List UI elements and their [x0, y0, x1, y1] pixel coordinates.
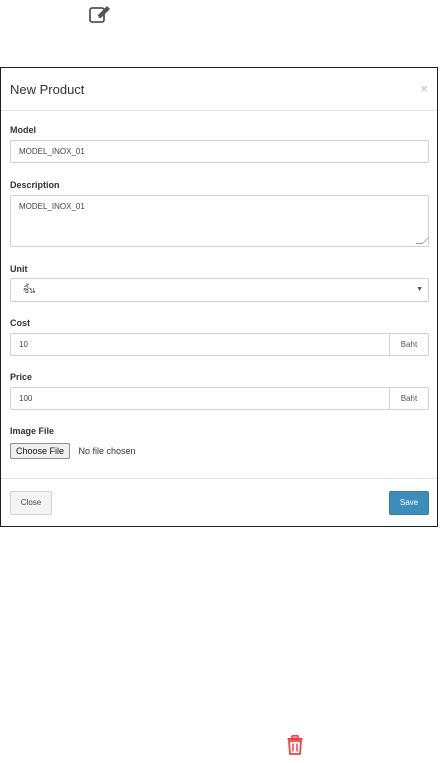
- price-label: Price: [10, 372, 33, 382]
- chevron-down-icon: ▼: [416, 286, 423, 293]
- new-product-modal: New Product × Model MODEL_INOX_01 Descri…: [0, 67, 438, 527]
- save-button[interactable]: Save: [389, 491, 429, 515]
- description-textarea[interactable]: MODEL_INOX_01: [10, 195, 430, 247]
- price-input-group: 100 Baht: [10, 387, 429, 410]
- model-input[interactable]: MODEL_INOX_01: [10, 140, 429, 163]
- description-label: Description: [10, 180, 60, 190]
- cost-label: Cost: [10, 318, 30, 328]
- choose-file-button[interactable]: Choose File: [10, 442, 71, 459]
- model-label: Model: [10, 125, 36, 135]
- file-status-text: No file chosen: [78, 445, 136, 456]
- unit-label: Unit: [10, 264, 28, 274]
- modal-title: New Product: [10, 82, 85, 97]
- image-file-label: Image File: [10, 426, 55, 436]
- close-button[interactable]: Close: [10, 491, 52, 515]
- unit-select[interactable]: ชิ้น ▼: [10, 278, 429, 302]
- resize-handle[interactable]: [415, 237, 430, 244]
- close-icon[interactable]: ×: [420, 81, 428, 96]
- trash-icon[interactable]: [287, 735, 303, 755]
- image-file-input: Choose File No file chosen: [10, 442, 136, 460]
- modal-header: New Product ×: [1, 68, 437, 111]
- cost-input-group: 10 Baht: [10, 333, 429, 356]
- cost-input[interactable]: 10: [10, 333, 389, 356]
- unit-selected-value: ชิ้น: [23, 285, 36, 295]
- edit-icon[interactable]: [89, 5, 111, 25]
- price-currency-addon: Baht: [389, 387, 429, 410]
- price-input[interactable]: 100: [10, 387, 389, 410]
- cost-currency-addon: Baht: [389, 333, 429, 356]
- description-text: MODEL_INOX_01: [19, 202, 85, 211]
- modal-footer: Close Save: [1, 478, 437, 527]
